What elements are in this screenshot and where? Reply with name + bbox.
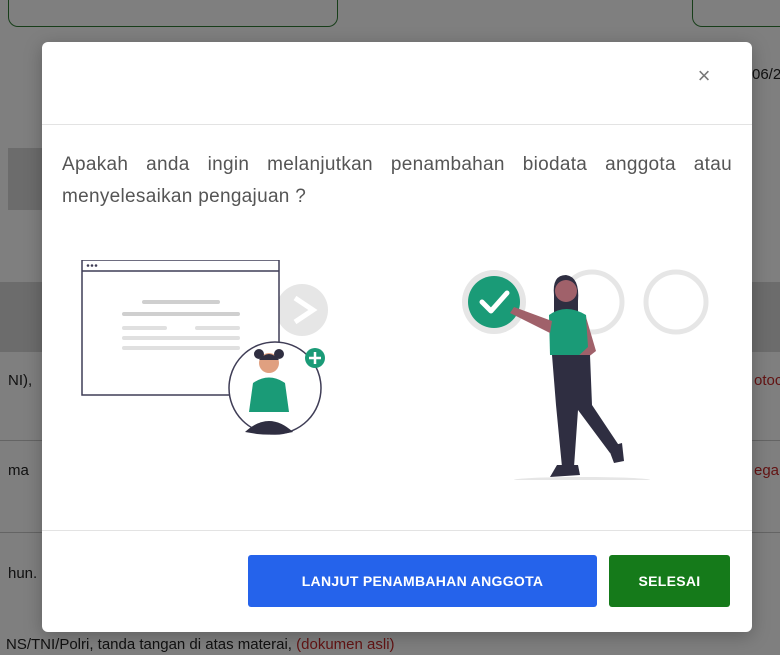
close-icon[interactable]: × xyxy=(692,64,716,88)
finish-button[interactable]: SELESAI xyxy=(609,555,730,607)
background-circle-shape xyxy=(276,284,328,336)
completion-illustration xyxy=(462,269,709,480)
modal-body: Apakah anda ingin melanjutkan penambahan… xyxy=(42,125,752,530)
check-circle-icon xyxy=(468,276,520,328)
empty-circle-shape xyxy=(643,269,709,335)
add-member-illustration xyxy=(81,260,328,435)
confirmation-modal: × Apakah anda ingin melanjutkan penambah… xyxy=(42,42,752,632)
modal-footer: LANJUT PENAMBAHAN ANGGOTA SELESAI xyxy=(42,530,752,633)
continue-add-member-button[interactable]: LANJUT PENAMBAHAN ANGGOTA xyxy=(248,555,597,607)
modal-question: Apakah anda ingin melanjutkan penambahan… xyxy=(62,154,732,207)
modal-header: × xyxy=(42,42,752,125)
